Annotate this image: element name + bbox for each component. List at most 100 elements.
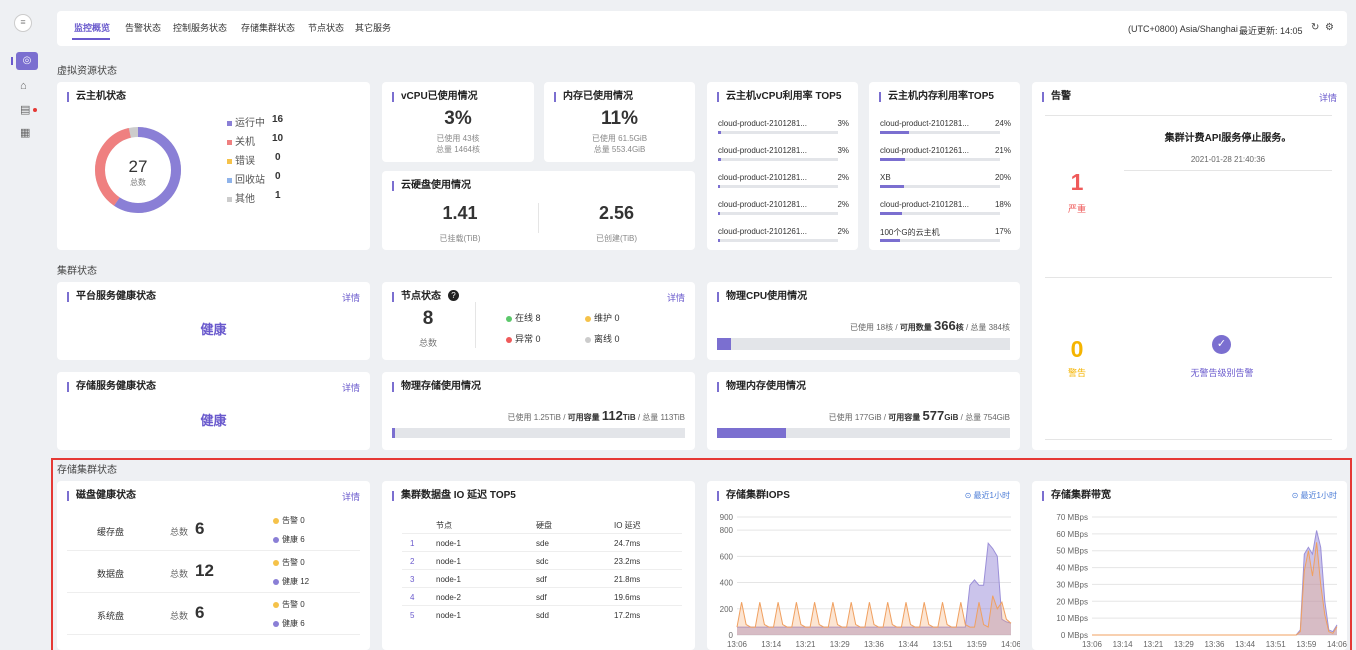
y-tick-label: 20 MBps <box>1056 597 1088 606</box>
card-title: 云主机状态 <box>67 92 126 102</box>
storage-detail-link[interactable]: 详情 <box>342 381 360 394</box>
grid <box>1092 516 1337 636</box>
pmem-text: 已使用 177GiB / 可用容量 577GiB / 总量 754GiB <box>828 408 1010 423</box>
io-row: 3 node-1 sdf 21.8ms <box>402 570 682 588</box>
y-tick-label: 30 MBps <box>1056 580 1088 589</box>
card-title: 内存已使用情况 <box>554 92 633 102</box>
refresh-icon[interactable]: ↻ <box>1311 22 1319 33</box>
mem-pct: 11% <box>601 108 638 129</box>
mem-total: 总量 553.4GiB <box>593 145 646 154</box>
card-title: 物理存储使用情况 <box>392 382 481 392</box>
tab-storage-cluster[interactable]: 存储集群状态 <box>241 6 295 50</box>
tab-node[interactable]: 节点状态 <box>308 6 344 50</box>
tab-alarm[interactable]: 告警状态 <box>125 6 161 50</box>
log-nav-icon[interactable]: ▦ <box>20 126 30 139</box>
x-tick-label: 13:29 <box>830 640 851 649</box>
help-icon[interactable]: ? <box>448 290 459 301</box>
alarm-detail-link[interactable]: 详情 <box>1319 91 1337 104</box>
storage-health-card: 存储服务健康状态 详情 健康 <box>57 372 370 450</box>
top-nav: 监控概览 告警状态 控制服务状态 存储集群状态 节点状态 其它服务 (UTC+0… <box>57 11 1347 46</box>
x-tick-label: 13:21 <box>795 640 816 649</box>
card-title: 物理内存使用情况 <box>717 382 806 392</box>
y-tick-label: 60 MBps <box>1056 530 1088 539</box>
x-tick-label: 14:06 <box>1001 640 1020 649</box>
node-detail-link[interactable]: 详情 <box>667 291 685 304</box>
vcpu-total: 总量 1464核 <box>435 145 481 154</box>
disk-created-value: 2.56 <box>598 203 635 223</box>
mem-used: 已使用 61.5GiB <box>591 134 648 143</box>
settings-icon[interactable]: ⚙ <box>1325 22 1334 33</box>
card-title: 节点状态 <box>392 292 441 302</box>
vcpu-used: 已使用 43核 <box>436 134 480 143</box>
x-tick-label: 13:36 <box>1204 640 1225 649</box>
pcpu-card: 物理CPU使用情况 已使用 18核 / 可用数量 366核 / 总量 384核 <box>707 282 1020 360</box>
report-nav-icon[interactable]: ▤ <box>20 103 30 116</box>
card-title: 磁盘健康状态 <box>67 491 136 501</box>
node-status-card: 节点状态 ? 详情 8 总数 在线 8 维护 0 异常 0 离线 0 <box>382 282 695 360</box>
node-total: 8 <box>422 308 434 329</box>
tab-overview[interactable]: 监控概览 <box>74 6 110 50</box>
legend-recycle: 回收站 0 <box>227 171 347 190</box>
legend-error: 错误 0 <box>227 152 347 171</box>
mem-card: 内存已使用情况 11% 已使用 61.5GiB 总量 553.4GiB <box>544 82 695 162</box>
tab-control-service[interactable]: 控制服务状态 <box>173 6 227 50</box>
x-tick-label: 13:14 <box>1113 640 1134 649</box>
card-title: 告警 <box>1042 92 1071 102</box>
card-title: 云主机内存利用率TOP5 <box>879 92 994 102</box>
x-tick-label: 13:51 <box>932 640 953 649</box>
disk-health-detail-link[interactable]: 详情 <box>342 490 360 503</box>
iops-chart: 0 200 400 600 800 900 13:06 13:14 13:21 13:29 13:3… <box>720 513 1020 649</box>
y-tick-label: 0 <box>729 631 734 640</box>
bandwidth-chart: 0 MBps 10 MBps 20 MBps 30 MBps 40 MBps 50 MBp… <box>1056 513 1347 649</box>
tab-other[interactable]: 其它服务 <box>355 6 391 50</box>
disk-row: 数据盘 总数 12 告警 0 健康 12 <box>67 553 360 593</box>
x-tick-label: 13:51 <box>1266 640 1287 649</box>
disk-mounted-label: 已挂载(TiB) <box>439 234 481 243</box>
alarm-message: 集群计费API服务停止服务。 <box>1164 133 1292 144</box>
y-tick-label: 70 MBps <box>1056 513 1088 522</box>
top-mem-item: 100个G的云主机 17% <box>880 227 1011 254</box>
top-mem-item: cloud-product-2101261... 21% <box>880 146 1011 173</box>
io-table: 节点 硬盘 IO 延迟 1 node-1 sde 24.7ms 2 node-1 sdc 23.… <box>402 515 682 624</box>
iops-range-button[interactable]: ⊙ 最近1小时 <box>965 490 1010 501</box>
card-title: 存储集群IOPS <box>717 491 790 501</box>
x-tick-label: 13:59 <box>967 640 988 649</box>
x-tick-label: 13:21 <box>1143 640 1164 649</box>
menu-toggle-icon[interactable]: ≡ <box>14 14 32 32</box>
left-sidebar: ≡ ◎ ⌂ ▤ ▦ <box>0 0 44 650</box>
disk-health-card: 磁盘健康状态 详情 缓存盘 总数 6 告警 0 健康 6 数据盘 总数 12 告… <box>57 481 370 650</box>
top-cpu-item: cloud-product-2101281... 2% <box>718 173 849 200</box>
io-header: 节点 硬盘 IO 延迟 <box>402 515 682 534</box>
bw-range-button[interactable]: ⊙ 最近1小时 <box>1292 490 1337 501</box>
top-mem-item: XB 20% <box>880 173 1011 200</box>
legend-stopped: 关机 10 <box>227 133 347 152</box>
x-tick-label: 13:44 <box>898 640 919 649</box>
series-line <box>1092 530 1338 636</box>
disk-row: 系统盘 总数 6 告警 0 健康 6 <box>67 595 360 635</box>
io-row: 5 node-1 sdd 17.2ms <box>410 611 641 620</box>
vm-total-value: 27 <box>128 157 148 176</box>
timezone-label: (UTC+0800) Asia/Shanghai <box>1128 24 1238 34</box>
section-cluster-title: 集群状态 <box>57 266 97 277</box>
y-tick-label: 200 <box>720 605 734 614</box>
storage-status: 健康 <box>200 413 227 428</box>
disk-created-label: 已创建(TiB) <box>595 234 638 243</box>
monitor-nav-icon[interactable]: ◎ <box>16 52 38 70</box>
x-tick-label: 13:06 <box>727 640 748 649</box>
pmem-bar <box>717 428 1010 438</box>
node-offline: 离线 0 <box>585 332 620 345</box>
vcpu-card: vCPU已使用情况 3% 已使用 43核 总量 1464核 <box>382 82 534 162</box>
pstore-text: 已使用 1.25TiB / 可用容量 112TiB / 总量 113TiB <box>507 408 686 423</box>
alarm-nav-icon[interactable]: ⌂ <box>20 80 27 92</box>
no-warn-label: 无警告级别告警 <box>1190 368 1254 378</box>
top-cpu-list: cloud-product-2101281... 3% cloud-product… <box>718 119 849 254</box>
alarm-time: 2021-01-28 21:40:36 <box>1190 155 1266 164</box>
top-cpu-item: cloud-product-2101281... 3% <box>718 146 849 173</box>
x-tick-label: 14:06 <box>1327 640 1347 649</box>
y-tick-label: 400 <box>720 579 734 588</box>
pcpu-bar <box>717 338 1010 350</box>
pstore-bar <box>392 428 685 438</box>
y-tick-label: 40 MBps <box>1056 564 1088 573</box>
top-mem-item: cloud-product-2101281... 18% <box>880 200 1011 227</box>
platform-detail-link[interactable]: 详情 <box>342 291 360 304</box>
